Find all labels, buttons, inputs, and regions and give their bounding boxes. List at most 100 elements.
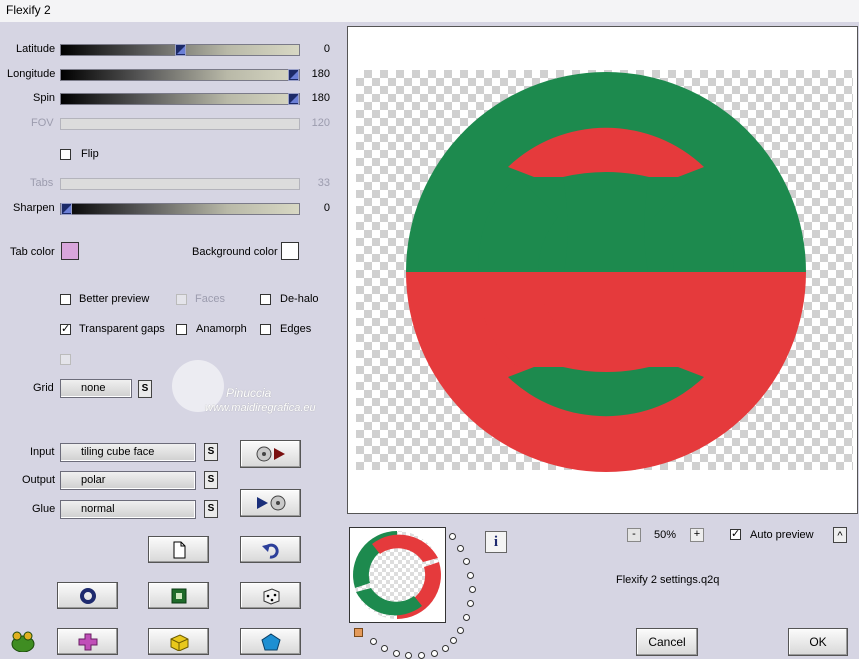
input-label: Input xyxy=(30,446,55,458)
auto-preview-checkbox[interactable]: ✓ xyxy=(730,529,741,540)
glue-dropdown[interactable]: normal xyxy=(60,500,196,519)
preset-slot-dot[interactable] xyxy=(381,645,388,652)
zoom-out-button[interactable]: - xyxy=(627,528,641,542)
preset-swirl-icon xyxy=(353,531,441,619)
fov-label: FOV xyxy=(31,117,54,129)
fov-value: 120 xyxy=(311,117,330,129)
preset-slot-dot[interactable] xyxy=(457,545,464,552)
background-color-swatch[interactable] xyxy=(281,242,299,260)
preset-slot-dot[interactable] xyxy=(469,586,476,593)
preset-slot-dot[interactable] xyxy=(450,637,457,644)
preset-slot-dot[interactable] xyxy=(457,627,464,634)
play-disc-icon xyxy=(256,495,285,511)
load-input-button[interactable] xyxy=(240,440,301,468)
output-s-button[interactable]: S xyxy=(204,471,218,489)
dice-icon xyxy=(263,587,279,605)
zoom-in-button[interactable]: + xyxy=(690,528,704,542)
spin-slider[interactable] xyxy=(60,93,300,105)
glue-label: Glue xyxy=(32,503,56,515)
output-dropdown[interactable]: polar xyxy=(60,471,196,490)
undo-button[interactable] xyxy=(240,536,301,563)
spin-slider-thumb[interactable] xyxy=(288,93,299,105)
preset-slot-dot[interactable] xyxy=(405,652,412,659)
sharpen-value: 0 xyxy=(323,202,330,214)
anamorph-label: Anamorph xyxy=(196,323,247,335)
grid-s-button[interactable]: S xyxy=(138,380,152,398)
collapse-toggle-button[interactable]: ^ xyxy=(833,527,847,543)
preset-slot-dot[interactable] xyxy=(431,650,438,657)
preset-slot-dot[interactable] xyxy=(463,558,470,565)
better-preview-label: Better preview xyxy=(79,293,150,305)
chip-button[interactable] xyxy=(148,582,209,609)
cube-icon xyxy=(170,633,188,651)
tab-color-swatch[interactable] xyxy=(61,242,79,260)
zoom-level: 50% xyxy=(654,529,677,541)
grid-dropdown[interactable]: none xyxy=(60,379,132,398)
document-icon xyxy=(173,541,185,558)
flip-checkbox[interactable] xyxy=(60,149,71,160)
preset-slot-dot[interactable] xyxy=(467,572,474,579)
preset-slot-dot[interactable] xyxy=(463,614,470,621)
input-dropdown[interactable]: tiling cube face xyxy=(60,443,196,462)
frog-logo-icon xyxy=(8,628,38,653)
input-s-button[interactable]: S xyxy=(204,443,218,461)
fov-slider xyxy=(60,118,300,130)
chip-icon xyxy=(171,588,186,603)
extra-option-checkbox xyxy=(60,354,71,365)
sharpen-slider[interactable] xyxy=(60,203,300,215)
tab-color-label: Tab color xyxy=(10,246,55,258)
background-color-label: Background color xyxy=(192,246,278,258)
glue-s-button[interactable]: S xyxy=(204,500,218,518)
undo-icon xyxy=(261,543,279,559)
info-icon[interactable]: i xyxy=(485,531,507,553)
preview-image xyxy=(406,72,806,472)
better-preview-checkbox[interactable] xyxy=(60,294,71,305)
latitude-slider-thumb[interactable] xyxy=(175,44,186,56)
settings-filename: Flexify 2 settings.q2q xyxy=(616,574,720,586)
preset-marker-icon xyxy=(354,628,363,637)
watermark-name: Pinuccia xyxy=(226,386,272,400)
spin-value: 180 xyxy=(311,92,330,104)
auto-preview-label: Auto preview xyxy=(750,529,814,541)
faces-checkbox[interactable] xyxy=(176,294,187,305)
transparent-gaps-label: Transparent gaps xyxy=(79,323,165,335)
output-label: Output xyxy=(22,474,56,486)
preview-panel[interactable] xyxy=(347,26,858,514)
center-top xyxy=(563,172,649,272)
preset-slot-dot[interactable] xyxy=(370,638,377,645)
cross-button[interactable] xyxy=(57,628,118,655)
edges-checkbox[interactable] xyxy=(260,324,271,335)
preset-slot-dot[interactable] xyxy=(418,652,425,659)
grid-label: Grid xyxy=(33,382,54,394)
latitude-slider[interactable] xyxy=(60,44,300,56)
sharpen-slider-thumb[interactable] xyxy=(61,203,72,215)
center-bottom xyxy=(563,272,649,372)
longitude-slider[interactable] xyxy=(60,69,300,81)
longitude-value: 180 xyxy=(311,68,330,80)
preset-thumbnail[interactable] xyxy=(349,527,446,623)
new-document-button[interactable] xyxy=(148,536,209,563)
cube-button[interactable] xyxy=(148,628,209,655)
preset-slot-dot[interactable] xyxy=(467,600,474,607)
window-title: Flexify 2 xyxy=(6,3,51,17)
tabs-slider xyxy=(60,178,300,190)
preset-slot-dot[interactable] xyxy=(442,645,449,652)
randomize-button[interactable] xyxy=(240,582,301,609)
de-halo-checkbox[interactable] xyxy=(260,294,271,305)
faces-label: Faces xyxy=(195,293,225,305)
longitude-label: Longitude xyxy=(7,68,56,80)
gem-icon xyxy=(260,632,281,650)
gem-button[interactable] xyxy=(240,628,301,655)
disc-play-icon xyxy=(256,446,285,462)
cross-shape-icon xyxy=(78,633,97,650)
preset-slot-dot[interactable] xyxy=(449,533,456,540)
sharpen-label: Sharpen xyxy=(13,202,55,214)
tabs-value: 33 xyxy=(317,177,330,189)
longitude-slider-thumb[interactable] xyxy=(288,69,299,81)
ring-button[interactable] xyxy=(57,582,118,609)
save-output-button[interactable] xyxy=(240,489,301,517)
preset-slot-dot[interactable] xyxy=(393,650,400,657)
de-halo-label: De-halo xyxy=(280,293,319,305)
anamorph-checkbox[interactable] xyxy=(176,324,187,335)
transparent-gaps-checkbox[interactable]: ✓ xyxy=(60,324,71,335)
